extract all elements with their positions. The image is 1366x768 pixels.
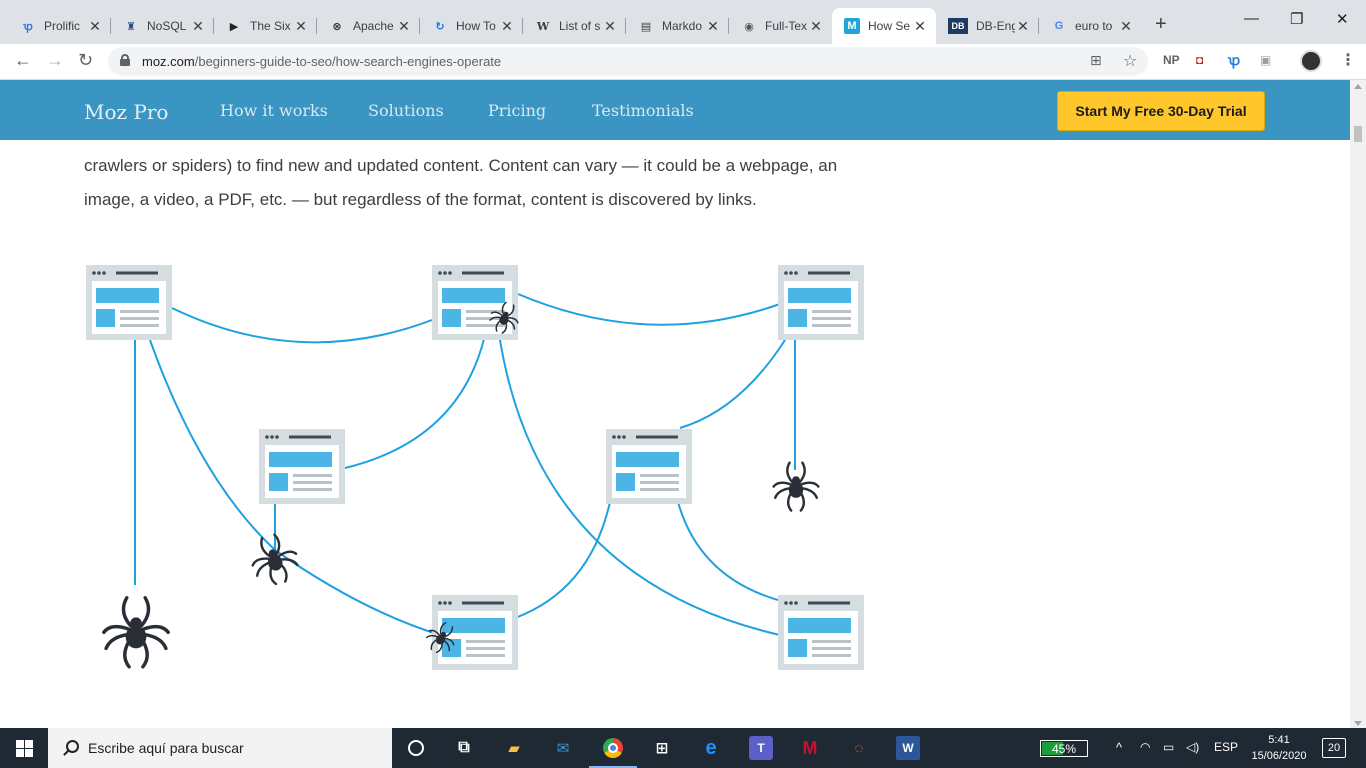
db-engines-icon: DB <box>948 18 968 34</box>
teams-icon[interactable]: T <box>749 736 773 760</box>
browser-tab[interactable]: ↻ How To ✕ <box>420 8 523 44</box>
scroll-up-arrow[interactable] <box>1354 84 1362 89</box>
moz-pro-navbar: Moz Pro How it works Solutions Pricing T… <box>0 80 1350 140</box>
circle-x-icon: ⊗ <box>332 20 342 33</box>
close-tab-icon[interactable]: ✕ <box>190 18 206 35</box>
webpage-icon <box>778 595 864 670</box>
mail-icon[interactable]: ✉ <box>551 736 575 760</box>
language-indicator[interactable]: ESP <box>1214 740 1238 754</box>
scroll-thumb[interactable] <box>1354 126 1362 142</box>
address-bar[interactable]: moz.com/beginners-guide-to-seo/how-searc… <box>108 47 1148 76</box>
search-icon <box>62 740 79 756</box>
lock-icon <box>120 54 130 66</box>
google-icon: G <box>1054 20 1064 32</box>
close-tab-icon[interactable]: ✕ <box>602 18 618 35</box>
bookmark-star-icon[interactable]: ☆ <box>1123 51 1137 71</box>
cortana-icon[interactable] <box>404 736 428 760</box>
free-trial-button[interactable]: Start My Free 30-Day Trial <box>1057 91 1265 131</box>
browser-tab[interactable]: ▶ The Six ✕ <box>214 8 317 44</box>
webpage-icon <box>606 429 692 504</box>
close-tab-icon[interactable]: ✕ <box>1118 18 1134 35</box>
chrome-icon[interactable] <box>589 736 637 768</box>
browser-toolbar: ← → ↻ moz.com/beginners-guide-to-seo/how… <box>0 44 1366 80</box>
taskbar-search-box[interactable]: Escribe aquí para buscar <box>48 728 392 768</box>
close-tab-icon[interactable]: ✕ <box>87 18 103 35</box>
doc-icon: ▤ <box>640 20 652 33</box>
browser-tab[interactable]: G euro to ✕ <box>1039 8 1142 44</box>
extension-icon[interactable]: ▣ <box>1260 53 1271 67</box>
forward-button[interactable]: → <box>46 50 64 71</box>
spider-crawler-icon <box>102 596 170 669</box>
nav-solutions[interactable]: Solutions <box>368 101 444 120</box>
reload-button[interactable]: ↻ <box>78 50 93 71</box>
browser-tab[interactable]: W List of s ✕ <box>523 8 626 44</box>
back-button[interactable]: ← <box>14 50 32 71</box>
store-icon[interactable]: ⊞ <box>650 736 674 760</box>
close-tab-icon[interactable]: ✕ <box>396 18 412 35</box>
link-lines <box>134 293 796 636</box>
browser-tab[interactable]: ◉ Full-Tex ✕ <box>729 8 832 44</box>
new-tab-button[interactable]: + <box>1155 14 1167 34</box>
profile-avatar[interactable] <box>1300 50 1322 72</box>
word-icon[interactable]: W <box>896 736 920 760</box>
nav-how-it-works[interactable]: How it works <box>220 101 328 120</box>
moz-pro-logo[interactable]: Moz Pro <box>84 100 168 124</box>
tab-strip: ꝕ Prolific ✕ ♜ NoSQL ✕ ▶ The Six ✕ ⊗ Apa… <box>0 0 1366 44</box>
wikipedia-icon: W <box>536 19 550 33</box>
browser-tab[interactable]: ⊗ Apache ✕ <box>317 8 420 44</box>
url-text[interactable]: moz.com/beginners-guide-to-seo/how-searc… <box>142 54 501 69</box>
nav-testimonials[interactable]: Testimonials <box>592 101 694 120</box>
webpage-icon <box>259 429 345 504</box>
show-hidden-icons-chevron[interactable]: ^ <box>1116 740 1122 755</box>
edge-icon[interactable]: e <box>699 736 723 760</box>
restore-button[interactable]: ❐ <box>1290 10 1303 28</box>
prolific-icon: ꝕ <box>23 20 33 33</box>
np-extension-icon[interactable]: NP <box>1163 53 1180 67</box>
globe-icon: ◉ <box>744 20 754 33</box>
prolific-extension-icon[interactable]: ꝕ <box>1228 51 1240 70</box>
article-content: crawlers or spiders) to find new and upd… <box>0 140 1350 728</box>
browser-tab[interactable]: ꝕ Prolific ✕ <box>8 8 111 44</box>
browser-tab[interactable]: ♜ NoSQL ✕ <box>111 8 214 44</box>
close-window-button[interactable]: ✕ <box>1336 10 1349 28</box>
mcafee-icon[interactable]: M <box>798 736 822 760</box>
minimize-button[interactable]: — <box>1244 10 1259 27</box>
battery-indicator[interactable]: 45% <box>1040 740 1088 757</box>
close-tab-icon[interactable]: ✕ <box>499 18 515 35</box>
browser-tab[interactable]: DB DB-Eng ✕ <box>936 8 1039 44</box>
menu-kebab-icon[interactable]: ⋮ <box>1340 50 1356 70</box>
close-tab-icon[interactable]: ✕ <box>808 18 824 35</box>
close-tab-icon[interactable]: ✕ <box>1015 18 1031 35</box>
browser-tab-active[interactable]: M How Se ✕ <box>832 8 936 44</box>
refresh-icon: ↻ <box>435 20 445 33</box>
nosql-icon: ♜ <box>126 20 136 33</box>
volume-icon[interactable]: ◁) <box>1186 740 1199 754</box>
moz-icon: M <box>844 18 860 34</box>
wifi-icon[interactable]: ◠ <box>1140 740 1150 754</box>
close-tab-icon[interactable]: ✕ <box>912 18 928 35</box>
pocket-icon[interactable]: ◘ <box>1196 53 1203 67</box>
crawler-link-diagram <box>86 265 864 670</box>
webpage-icon <box>86 265 172 340</box>
flag-icon: ▶ <box>229 20 239 33</box>
page-scrollbar[interactable] <box>1350 80 1366 728</box>
webpage-icon <box>778 265 864 340</box>
close-tab-icon[interactable]: ✕ <box>293 18 309 35</box>
nav-pricing[interactable]: Pricing <box>488 101 546 120</box>
notification-center-button[interactable]: 20 <box>1322 738 1346 758</box>
system-clock[interactable]: 5:41 15/06/2020 <box>1248 732 1310 764</box>
task-view-icon[interactable]: ⧉ <box>452 736 476 760</box>
battery-icon[interactable]: ▭ <box>1163 740 1174 754</box>
file-explorer-icon[interactable]: ▰ <box>502 736 526 760</box>
start-button[interactable] <box>0 728 48 768</box>
jupyter-icon[interactable]: ◌ <box>847 736 871 760</box>
windows-logo-icon <box>15 739 33 757</box>
browser-tab[interactable]: ▤ Markdo ✕ <box>626 8 729 44</box>
scroll-down-arrow[interactable] <box>1354 721 1362 726</box>
translate-icon[interactable]: ⊞ <box>1090 52 1102 69</box>
windows-taskbar: Escribe aquí para buscar ⧉ ▰ ✉ ⊞ e T M ◌… <box>0 728 1366 768</box>
close-tab-icon[interactable]: ✕ <box>705 18 721 35</box>
